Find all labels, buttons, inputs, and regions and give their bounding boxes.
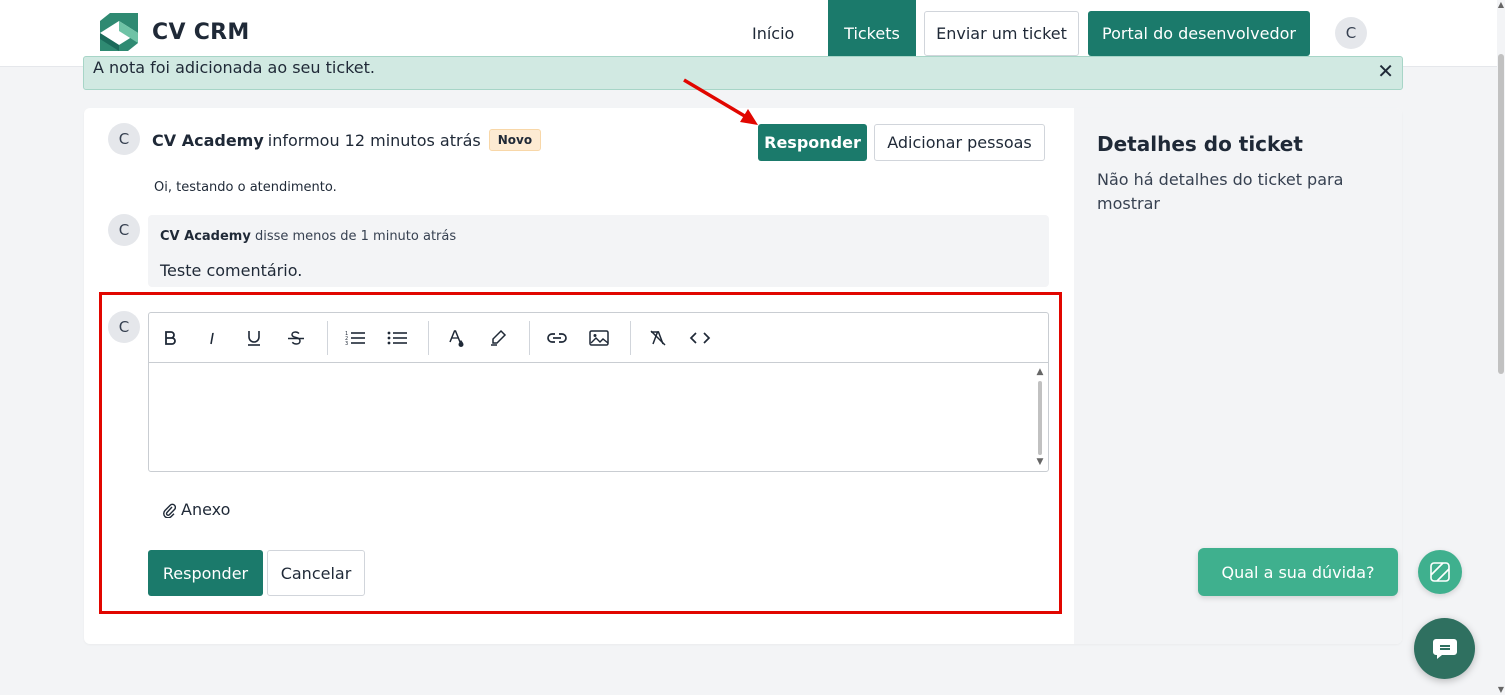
highlight-box (99, 292, 1062, 614)
brand[interactable]: CV CRM (100, 13, 250, 51)
reporter-name: CV Academy (152, 130, 264, 150)
page-scroll-thumb[interactable] (1498, 54, 1504, 374)
reporter-avatar: C (108, 123, 140, 155)
brand-logo-icon (100, 13, 138, 51)
chat-button[interactable] (1414, 618, 1475, 679)
status-badge: Novo (488, 129, 542, 151)
comment-body: Teste comentário. (160, 261, 303, 280)
chat-icon (1432, 638, 1457, 659)
developer-portal-button[interactable]: Portal do desenvolvedor (1088, 11, 1310, 56)
ticket-header: CV Academy informou 12 minutos atrás Nov… (152, 129, 542, 151)
ticket-message: Oi, testando o atendimento. (154, 180, 337, 195)
help-widget-icon[interactable] (1418, 550, 1462, 594)
submit-ticket-button[interactable]: Enviar um ticket (924, 11, 1079, 56)
commenter-avatar: C (108, 214, 140, 246)
reply-button[interactable]: Responder (758, 124, 867, 161)
scroll-down-icon[interactable]: ▼ (1497, 685, 1505, 695)
page-scrollbar[interactable]: ▲ ▼ (1497, 0, 1505, 695)
comment-time: disse menos de 1 minuto atrás (254, 229, 457, 244)
commenter-name: CV Academy (160, 229, 251, 244)
close-icon[interactable]: ✕ (1377, 59, 1394, 83)
user-avatar[interactable]: C (1335, 17, 1367, 49)
annotation-arrow-icon (683, 78, 758, 125)
add-people-button[interactable]: Adicionar pessoas (874, 124, 1045, 161)
reported-time: informou 12 minutos atrás (267, 130, 481, 150)
help-bubble[interactable]: Qual a sua dúvida? (1198, 548, 1398, 596)
brand-name: CV CRM (152, 19, 250, 45)
scroll-up-icon[interactable]: ▲ (1497, 0, 1505, 10)
comment-block: CV Academy disse menos de 1 minuto atrás… (148, 215, 1049, 287)
ticket-details-title: Detalhes do ticket (1097, 132, 1303, 156)
ticket-details-empty: Não há detalhes do ticket para mostrar (1097, 170, 1344, 213)
comment-header: CV Academy disse menos de 1 minuto atrás (160, 229, 456, 244)
alert-message: A nota foi adicionada ao seu ticket. (93, 58, 376, 77)
